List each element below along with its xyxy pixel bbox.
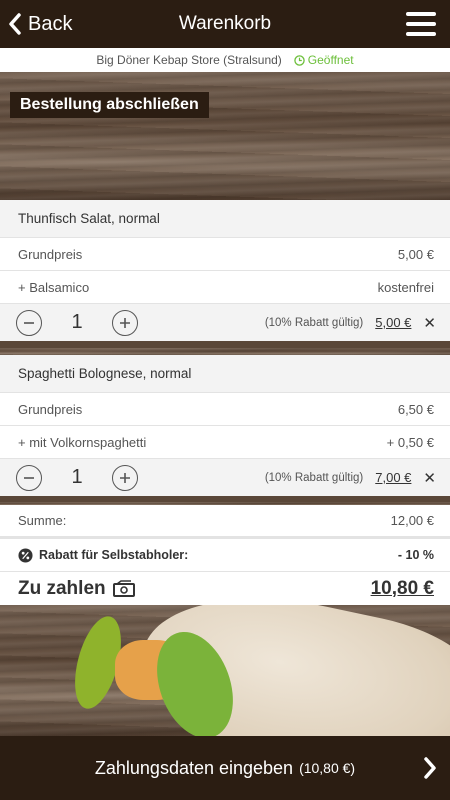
decrease-quantity-button[interactable] [16, 309, 42, 336]
quantity-row: 1 (10% Rabatt gültig) 7,00 € ✕ [0, 459, 450, 496]
enter-payment-button[interactable]: Zahlungsdaten eingeben (10,80 €) [0, 736, 450, 800]
increase-quantity-button[interactable] [112, 464, 138, 491]
base-price-row: Grundpreis 6,50 € [0, 393, 450, 426]
discount-row: Rabatt für Selbstabholer: - 10 % [0, 539, 450, 572]
subtotal-value: 12,00 € [390, 513, 434, 528]
total-value: 10,80 € [370, 577, 434, 599]
quantity-row: 1 (10% Rabatt gültig) 5,00 € ✕ [0, 304, 450, 341]
open-status-label: Geöffnet [307, 53, 354, 67]
increase-quantity-button[interactable] [112, 309, 138, 336]
cart-item-name: Thunfisch Salat, normal [0, 200, 450, 238]
base-price-label: Grundpreis [18, 401, 83, 417]
quantity-value: 1 [71, 466, 83, 488]
cart-item: Spaghetti Bolognese, normal Grundpreis 6… [0, 355, 450, 496]
quantity-value: 1 [71, 311, 83, 333]
subtotal-label: Summe: [18, 513, 67, 528]
base-price-row: Grundpreis 5,00 € [0, 238, 450, 271]
plus-icon [120, 472, 130, 483]
chevron-right-icon [424, 757, 436, 779]
store-info-bar: Big Döner Kebap Store (Stralsund) Geöffn… [0, 48, 450, 72]
subtotal-row: Summe: 12,00 € [0, 505, 450, 539]
cart-item: Thunfisch Salat, normal Grundpreis 5,00 … [0, 200, 450, 341]
cash-icon [112, 579, 135, 597]
discount-note: (10% Rabatt gültig) [264, 471, 364, 484]
percent-badge-icon [18, 547, 33, 563]
item-name: Spaghetti Bolognese, normal [18, 366, 192, 381]
extra-row: + Balsamico kostenfrei [0, 271, 450, 304]
item-total: 5,00 € [375, 315, 412, 330]
base-price-value: 5,00 € [397, 246, 434, 262]
order-summary: Summe: 12,00 € Rabatt für Selbstabholer:… [0, 505, 450, 605]
item-total: 7,00 € [375, 470, 412, 485]
extra-label: + Balsamico [18, 279, 90, 295]
extra-row: + mit Volkornspaghetti + 0,50 € [0, 426, 450, 459]
footer-label: Zahlungsdaten eingeben [94, 757, 294, 778]
footer-amount: (10,80 €) [299, 760, 356, 776]
chevron-left-icon [9, 13, 21, 35]
base-price-value: 6,50 € [397, 401, 434, 417]
back-button[interactable]: Back [8, 0, 72, 48]
remove-item-icon[interactable]: ✕ [423, 314, 436, 332]
remove-item-icon[interactable]: ✕ [423, 469, 436, 487]
extra-label: + mit Volkornspaghetti [18, 434, 147, 450]
discount-note: (10% Rabatt gültig) [264, 316, 364, 329]
clock-icon [294, 54, 305, 66]
extra-price: + 0,50 € [386, 434, 434, 450]
store-name: Big Döner Kebap Store (Stralsund) [96, 53, 282, 67]
hero-title: Bestellung abschließen [10, 92, 209, 118]
base-price-label: Grundpreis [18, 246, 83, 262]
food-image [0, 605, 450, 736]
extra-price: kostenfrei [377, 279, 434, 295]
discount-label: Rabatt für Selbstabholer: [39, 548, 189, 562]
total-row: Zu zahlen 10,80 € [0, 572, 450, 605]
decrease-quantity-button[interactable] [16, 464, 42, 491]
minus-icon [24, 321, 34, 324]
minus-icon [24, 476, 34, 479]
back-label: Back [28, 12, 73, 35]
total-label: Zu zahlen [18, 577, 106, 599]
item-name: Thunfisch Salat, normal [18, 211, 160, 226]
discount-value: - 10 % [397, 548, 434, 562]
cart-item-name: Spaghetti Bolognese, normal [0, 355, 450, 393]
hamburger-menu-icon[interactable] [406, 12, 436, 36]
app-header: Back Warenkorb [0, 0, 450, 48]
plus-icon [120, 317, 130, 328]
open-status: Geöffnet [294, 53, 354, 67]
